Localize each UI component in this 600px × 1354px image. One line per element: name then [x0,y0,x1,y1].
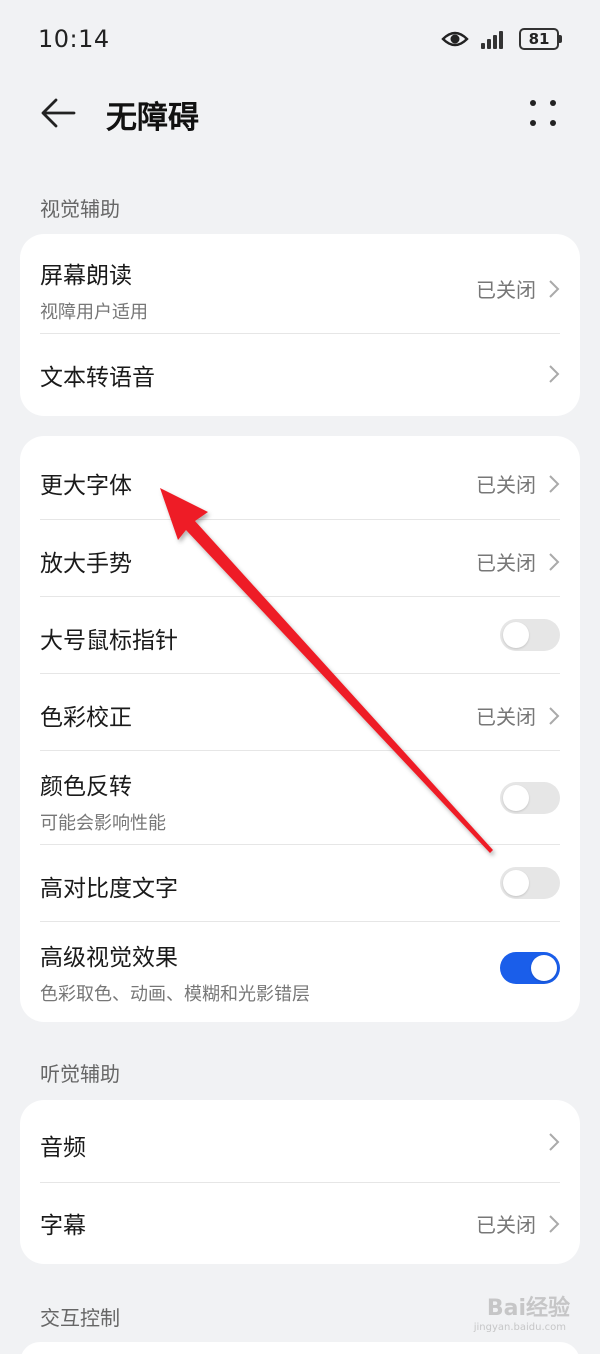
status-icons: 81 [441,28,562,50]
settings-row-captions[interactable]: 字幕 已关闭 [20,1183,580,1264]
watermark-logo: Bai经验 [486,1296,570,1321]
watermark-url: jingyan.baidu.com [473,1322,566,1333]
row-title: 高对比度文字 [40,876,178,902]
chevron-right-icon [549,552,560,571]
row-title: 屏幕朗读 [40,263,132,289]
battery-level: 81 [528,30,550,48]
settings-row-color-correction[interactable]: 色彩校正 已关闭 [20,674,580,751]
card-visual-1: 屏幕朗读 视障用户适用 已关闭 文本转语音 [20,234,580,416]
row-title: 高级视觉效果 [40,945,178,971]
row-title: 更大字体 [40,473,132,499]
page-title: 无障碍 [106,100,199,136]
settings-row-large-pointer: 大号鼠标指针 [20,597,580,674]
row-subtitle: 视障用户适用 [40,302,148,323]
row-subtitle: 色彩取色、动画、模糊和光影错层 [40,984,310,1005]
row-value: 已关闭 [476,1213,536,1237]
settings-row-larger-font[interactable]: 更大字体 已关闭 [20,436,580,519]
settings-row-audio[interactable]: 音频 [20,1100,580,1182]
row-value: 已关闭 [476,473,536,497]
settings-row-high-contrast-text: 高对比度文字 [20,845,580,922]
status-time: 10:14 [38,25,110,53]
battery-icon: 81 [519,28,562,50]
large-pointer-toggle[interactable] [500,619,560,651]
settings-row-text-to-speech[interactable]: 文本转语音 [20,334,580,416]
more-dots-icon[interactable] [530,96,560,130]
app-bar: 无障碍 [0,78,600,148]
settings-row-magnification-gesture[interactable]: 放大手势 已关闭 [20,520,580,597]
high-contrast-toggle[interactable] [500,867,560,899]
section-header-hearing: 听觉辅助 [40,1062,120,1086]
card-visual-2: 更大字体 已关闭 放大手势 已关闭 大号鼠标指针 色彩校正 已关闭 颜色反转 可… [20,436,580,1022]
chevron-right-icon [549,1214,560,1233]
section-header-visual: 视觉辅助 [40,197,120,221]
settings-row-advanced-visual-effects: 高级视觉效果 色彩取色、动画、模糊和光影错层 [20,922,580,1022]
row-value: 已关闭 [476,551,536,575]
card-interaction [20,1342,580,1354]
row-title: 颜色反转 [40,774,132,800]
row-value: 已关闭 [476,278,536,302]
row-value: 已关闭 [476,705,536,729]
color-inversion-toggle[interactable] [500,782,560,814]
row-title: 文本转语音 [40,365,155,391]
status-bar: 10:14 81 [0,0,600,78]
row-title: 色彩校正 [40,705,132,731]
chevron-right-icon [549,706,560,725]
chevron-right-icon [549,1133,560,1151]
advanced-visual-toggle[interactable] [500,952,560,984]
row-title: 音频 [40,1135,86,1161]
settings-row-color-inversion: 颜色反转 可能会影响性能 [20,751,580,844]
row-title: 大号鼠标指针 [40,628,178,654]
back-arrow-icon[interactable] [38,96,78,130]
settings-row-screen-reader[interactable]: 屏幕朗读 视障用户适用 已关闭 [20,234,580,334]
section-header-interaction: 交互控制 [40,1306,120,1330]
card-hearing: 音频 字幕 已关闭 [20,1100,580,1264]
eye-icon [441,31,469,47]
chevron-right-icon [549,474,560,493]
signal-icon [481,29,507,49]
row-subtitle: 可能会影响性能 [40,813,166,834]
row-title: 放大手势 [40,551,132,577]
chevron-right-icon [549,365,560,383]
chevron-right-icon [549,279,560,298]
row-title: 字幕 [40,1213,86,1239]
